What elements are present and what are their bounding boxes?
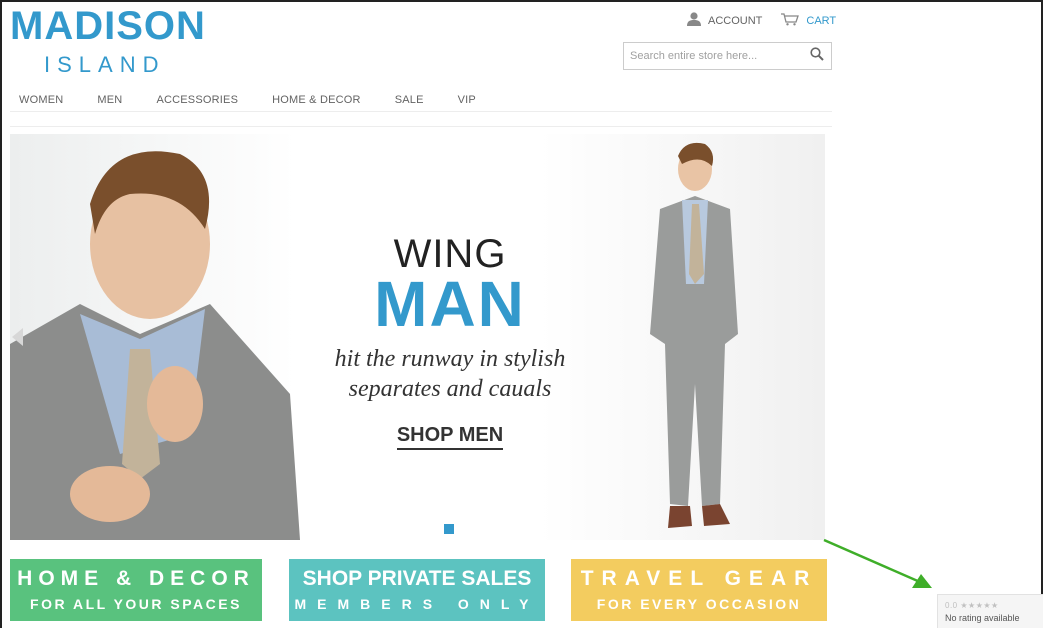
logo-line-2: ISLAND	[44, 52, 166, 77]
user-icon	[686, 12, 702, 29]
cart-link[interactable]: CART	[780, 12, 836, 29]
promo-home-decor[interactable]: HOME & DECOR FOR ALL YOUR SPACES	[7, 556, 265, 624]
hero-slider[interactable]: WING MAN hit the runway in stylish separ…	[10, 134, 825, 540]
header-links: ACCOUNT CART	[686, 12, 836, 29]
promo-subtitle: MEMBERS ONLY	[294, 596, 540, 612]
promo-title: TRAVEL GEAR	[580, 567, 818, 590]
logo-line-1: MADISON	[10, 4, 206, 48]
cart-icon	[780, 12, 800, 29]
chevron-left-icon[interactable]	[12, 328, 23, 346]
nav-item-vip[interactable]: VIP	[458, 94, 476, 111]
search-bar	[623, 42, 832, 70]
hero-model-left-image	[10, 151, 300, 540]
hero-title-line-2: MAN	[374, 268, 526, 340]
promo-title: HOME & DECOR	[17, 567, 255, 590]
promo-title: SHOP PRIVATE SALES	[302, 567, 532, 590]
rating-widget[interactable]: 0.0 ★★★★★ No rating available	[937, 594, 1043, 628]
nav-item-accessories[interactable]: ACCESSORIES	[156, 94, 238, 111]
promo-subtitle: FOR EVERY OCCASION	[596, 596, 802, 612]
promo-private-sales[interactable]: SHOP PRIVATE SALES MEMBERS ONLY	[286, 556, 548, 624]
annotation-arrow-icon	[823, 538, 932, 588]
hero-tagline-1: hit the runway in stylish	[334, 346, 566, 372]
slider-dot[interactable]	[444, 524, 454, 534]
nav-item-sale[interactable]: SALE	[395, 94, 424, 111]
rating-stars: 0.0 ★★★★★	[945, 601, 999, 610]
account-link[interactable]: ACCOUNT	[686, 12, 762, 29]
main-nav: WOMEN MEN ACCESSORIES HOME & DECOR SALE …	[10, 94, 832, 112]
nav-item-home-decor[interactable]: HOME & DECOR	[272, 94, 361, 111]
search-input[interactable]	[624, 43, 803, 69]
divider	[10, 126, 832, 127]
promo-travel-gear[interactable]: TRAVEL GEAR FOR EVERY OCCASION	[568, 556, 830, 624]
promo-subtitle: FOR ALL YOUR SPACES	[30, 596, 242, 612]
shop-men-link[interactable]: SHOP MEN	[396, 424, 504, 450]
nav-item-men[interactable]: MEN	[97, 94, 122, 111]
search-button[interactable]	[803, 43, 831, 69]
search-icon	[810, 46, 824, 66]
nav-item-women[interactable]: WOMEN	[19, 94, 63, 111]
hero-text-block: WING MAN hit the runway in stylish separ…	[300, 234, 600, 450]
account-label: ACCOUNT	[708, 14, 763, 27]
hero-model-right-image	[650, 142, 738, 528]
hero-tagline-2: separates and cauals	[348, 376, 552, 402]
cart-label: CART	[806, 14, 837, 27]
rating-text: No rating available	[945, 613, 1020, 623]
store-logo[interactable]: MADISON ISLAND	[10, 6, 210, 78]
